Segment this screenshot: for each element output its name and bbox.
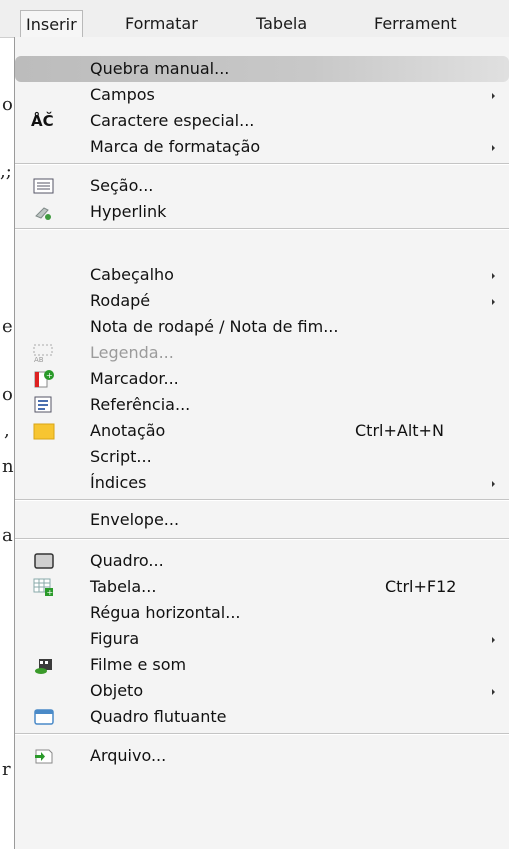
floating-frame-icon	[33, 707, 55, 727]
menu-item-figura[interactable]: Figura	[15, 626, 509, 652]
menu-item-tabela[interactable]: + Tabela... Ctrl+F12	[15, 574, 509, 600]
submenu-arrow-icon	[492, 273, 495, 279]
insert-menu: Quebra manual... Campos ÅČ Caractere esp…	[14, 37, 509, 849]
doc-fragment: r	[2, 759, 11, 780]
menu-item-secao[interactable]: Seção...	[15, 173, 509, 199]
svg-text:AB: AB	[34, 356, 44, 363]
menu-item-campos[interactable]: Campos	[15, 82, 509, 108]
svg-text:+: +	[46, 371, 53, 380]
menu-formatar[interactable]: Formatar	[125, 12, 198, 36]
menu-ferramentas[interactable]: Ferrament	[374, 12, 457, 36]
menu-item-indices[interactable]: Índices	[15, 470, 509, 496]
doc-fragment: a	[2, 525, 13, 546]
menu-separator	[15, 228, 509, 230]
insert-file-icon	[33, 746, 55, 766]
doc-fragment: o	[2, 384, 13, 405]
menu-item-envelope[interactable]: Envelope...	[15, 507, 509, 533]
menu-item-marca-formatacao[interactable]: Marca de formatação	[15, 134, 509, 160]
submenu-arrow-icon	[492, 637, 495, 643]
caption-icon: AB	[33, 343, 55, 364]
menu-item-anotacao[interactable]: Anotação Ctrl+Alt+N	[15, 418, 509, 444]
bookmark-icon: +	[33, 369, 55, 389]
menu-item-caractere-especial[interactable]: ÅČ Caractere especial...	[15, 108, 509, 134]
doc-fragment: ,	[4, 420, 10, 441]
submenu-arrow-icon	[492, 299, 495, 305]
submenu-arrow-icon	[492, 481, 495, 487]
doc-fragment: o	[2, 94, 13, 115]
frame-icon	[33, 551, 55, 571]
menu-separator	[15, 733, 509, 735]
menu-item-nota-rodape[interactable]: Nota de rodapé / Nota de fim...	[15, 314, 509, 340]
menu-separator	[15, 538, 509, 540]
section-icon	[33, 176, 55, 196]
comment-icon	[33, 421, 55, 441]
menu-inserir[interactable]: Inserir	[20, 10, 83, 39]
menu-item-quadro-flutuante[interactable]: Quadro flutuante	[15, 704, 509, 730]
doc-fragment: n	[2, 456, 14, 477]
hyperlink-icon	[33, 202, 55, 222]
menu-item-legenda[interactable]: AB Legenda...	[15, 340, 509, 366]
menu-item-referencia[interactable]: Referência...	[15, 392, 509, 418]
submenu-arrow-icon	[492, 145, 495, 151]
menu-item-quadro[interactable]: Quadro...	[15, 548, 509, 574]
doc-fragment: e	[2, 316, 13, 337]
menu-separator	[15, 499, 509, 501]
menu-item-filme-som[interactable]: Filme e som	[15, 652, 509, 678]
menu-item-cabecalho[interactable]: Cabeçalho	[15, 262, 509, 288]
cross-reference-icon	[33, 395, 55, 415]
menubar: Inserir Formatar Tabela Ferrament	[0, 0, 509, 39]
menu-item-hyperlink[interactable]: Hyperlink	[15, 199, 509, 225]
special-character-icon: ÅČ	[31, 112, 54, 130]
svg-text:+: +	[47, 588, 54, 597]
menu-item-quebra-manual[interactable]: Quebra manual...	[15, 56, 509, 82]
table-icon: +	[33, 577, 55, 597]
doc-fragment: ,;	[0, 161, 12, 182]
menu-item-marcador[interactable]: + Marcador...	[15, 366, 509, 392]
menu-item-rodape[interactable]: Rodapé	[15, 288, 509, 314]
submenu-arrow-icon	[492, 689, 495, 695]
menu-item-regua-horizontal[interactable]: Régua horizontal...	[15, 600, 509, 626]
menu-item-objeto[interactable]: Objeto	[15, 678, 509, 704]
menu-separator	[15, 163, 509, 165]
menu-item-arquivo[interactable]: Arquivo...	[15, 743, 509, 769]
submenu-arrow-icon	[492, 93, 495, 99]
menu-tabela[interactable]: Tabela	[256, 12, 307, 36]
movie-sound-icon	[33, 655, 55, 675]
menu-item-script[interactable]: Script...	[15, 444, 509, 470]
